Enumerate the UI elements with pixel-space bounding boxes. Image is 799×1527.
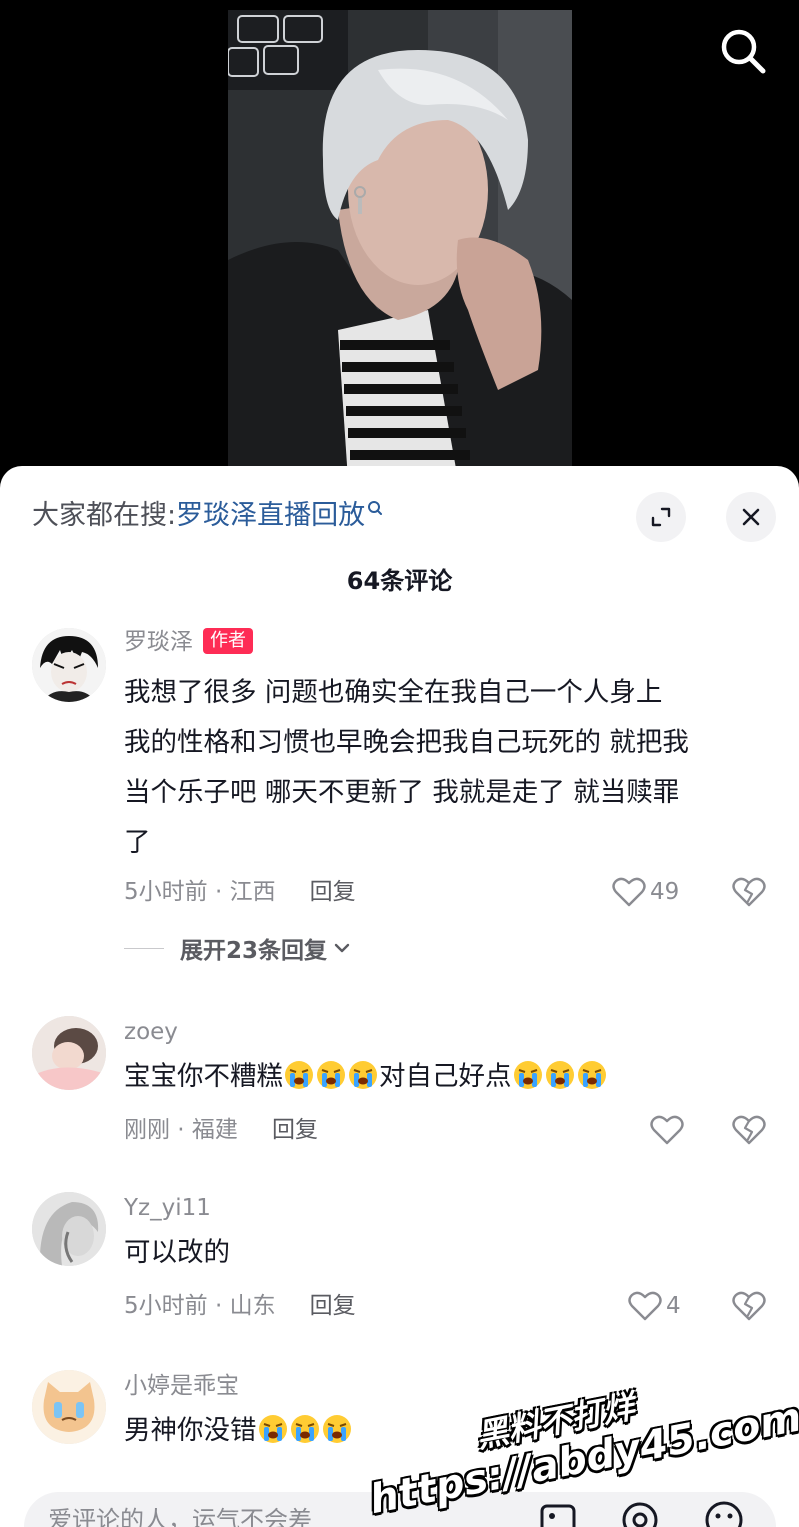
heart-icon (612, 877, 646, 907)
loudly-crying-emoji-icon (290, 1415, 319, 1443)
video-player[interactable] (0, 0, 799, 480)
comment-username[interactable]: 罗琰泽 作者 (124, 626, 774, 658)
heart-icon (650, 1115, 684, 1145)
avatar[interactable] (32, 1016, 106, 1090)
loudly-crying-emoji-icon (349, 1061, 377, 1089)
avatar[interactable] (32, 1370, 106, 1444)
comment-text-line: 当个乐子吧 哪天不更新了 我就是走了 就当赎罪 (124, 777, 680, 808)
loudly-crying-emoji-icon (513, 1061, 542, 1089)
like-count: 49 (650, 879, 680, 905)
reply-button[interactable]: 回复 (272, 1117, 318, 1143)
like-button[interactable]: 4 (628, 1290, 681, 1322)
comment-username[interactable]: zoey (124, 1016, 774, 1048)
avatar[interactable] (32, 1192, 106, 1266)
comment-input-placeholder[interactable]: 爱评论的人，运气不会差 (48, 1500, 312, 1527)
dislike-button[interactable] (732, 1114, 766, 1150)
loudly-crying-emoji-icon (577, 1061, 606, 1089)
divider-line (124, 947, 164, 949)
image-icon (540, 1504, 576, 1527)
comment-text: 我想了很多 问题也确实全在我自己一个人身上 我的性格和习惯也早晚会把我自己玩死的… (124, 668, 774, 868)
expand-replies-button[interactable]: 展开23条回复 (124, 931, 353, 965)
comment-text: 可以改的 (124, 1237, 230, 1268)
video-still (228, 10, 572, 480)
comment-text-part: 男神你没错 (124, 1415, 257, 1446)
broken-heart-icon (732, 877, 766, 907)
search-icon (721, 29, 766, 74)
dislike-button[interactable] (732, 1290, 766, 1326)
loudly-crying-emoji-icon (322, 1415, 351, 1443)
emoji-button[interactable] (702, 1498, 746, 1527)
loudly-crying-emoji-icon (545, 1061, 574, 1089)
emoji-icon (705, 1501, 743, 1527)
broken-heart-icon (732, 1291, 766, 1321)
comment-text: 宝宝你不糟糕 对自己好点 (124, 1052, 774, 1102)
comment-time-location: 刚刚 · 福建 (124, 1117, 238, 1143)
search-button[interactable] (716, 24, 770, 78)
dislike-button[interactable] (732, 876, 766, 912)
reply-button[interactable]: 回复 (310, 1293, 356, 1319)
expand-sheet-button[interactable] (636, 492, 686, 542)
chevron-down-icon (334, 943, 350, 953)
username-text[interactable]: 罗琰泽 (124, 629, 193, 655)
like-count: 4 (666, 1293, 681, 1319)
expand-replies-label: 展开23条回复 (180, 938, 328, 964)
loudly-crying-emoji-icon (285, 1061, 313, 1089)
search-suggestion[interactable]: 大家都在搜:罗琰泽直播回放 (32, 496, 383, 536)
comment-text-line: 了 (124, 827, 151, 858)
avatar[interactable] (32, 628, 106, 702)
comment-text-part: 宝宝你不糟糕 (124, 1061, 283, 1092)
close-icon (742, 508, 760, 526)
video-frame (228, 10, 572, 480)
image-button[interactable] (536, 1498, 580, 1527)
comment-input-bar[interactable]: 爱评论的人，运气不会差 (24, 1492, 776, 1527)
close-sheet-button[interactable] (726, 492, 776, 542)
author-badge: 作者 (203, 628, 253, 654)
comment-count: 64条评论 (346, 567, 453, 595)
comment-text-line: 我想了很多 问题也确实全在我自己一个人身上 (124, 677, 663, 708)
small-search-icon (368, 501, 383, 515)
heart-icon (628, 1291, 662, 1321)
loudly-crying-emoji-icon (317, 1061, 345, 1089)
mention-button[interactable] (618, 1498, 662, 1527)
comment-text-part: 对自己好点 (379, 1061, 512, 1092)
comment-meta: 5小时前 · 山东 回复 (124, 1290, 356, 1322)
comment-meta: 5小时前 · 江西 回复 (124, 876, 356, 908)
expand-icon (651, 507, 671, 527)
comment-sheet: 大家都在搜:罗琰泽直播回放 64条评论 罗琰泽 作者 我想了很多 问题也确实全在… (0, 466, 799, 1527)
like-button[interactable]: 49 (612, 876, 679, 908)
comment-text-line: 我的性格和习惯也早晚会把我自己玩死的 就把我 (124, 727, 689, 758)
comment-username[interactable]: Yz_yi11 (124, 1192, 774, 1224)
at-icon (622, 1502, 658, 1527)
comment-text: 男神你没错 (124, 1406, 774, 1456)
comment-username[interactable]: 小婷是乖宝 (124, 1370, 774, 1402)
like-button[interactable] (650, 1114, 684, 1146)
comment-time-location: 5小时前 · 山东 (124, 1293, 276, 1319)
broken-heart-icon (732, 1115, 766, 1145)
search-suggestion-prefix: 大家都在搜: (32, 500, 177, 531)
reply-button[interactable]: 回复 (310, 879, 356, 905)
comment-time-location: 5小时前 · 江西 (124, 879, 276, 905)
comment-meta: 刚刚 · 福建 回复 (124, 1114, 318, 1146)
search-suggestion-term[interactable]: 罗琰泽直播回放 (176, 500, 365, 531)
loudly-crying-emoji-icon (258, 1415, 287, 1443)
